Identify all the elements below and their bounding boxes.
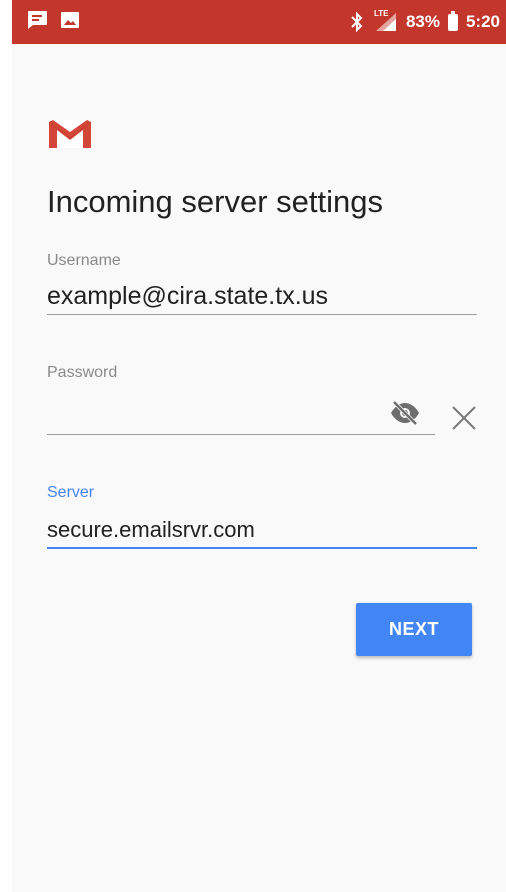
battery-icon (447, 10, 458, 31)
password-field-container (47, 398, 435, 435)
clear-icon[interactable] (450, 404, 478, 432)
status-bar-notifications (26, 10, 80, 30)
clock: 5:20 (465, 12, 500, 31)
image-icon (60, 11, 80, 29)
signal-icon: LTE (372, 9, 398, 33)
username-input[interactable] (47, 280, 477, 312)
message-icon (26, 10, 48, 30)
screen: LTE 83% 5:20 Incoming server settings Us… (12, 0, 506, 892)
next-button[interactable]: NEXT (356, 603, 472, 656)
username-field-container (47, 280, 477, 315)
network-type-label: LTE (373, 9, 389, 18)
gmail-logo-icon (48, 118, 92, 150)
status-bar-system: LTE 83% 5:20 (350, 0, 500, 44)
toggle-password-visibility-icon[interactable] (388, 398, 422, 428)
password-label: Password (47, 364, 118, 381)
server-input[interactable] (47, 515, 477, 545)
server-label: Server (47, 484, 95, 501)
server-field-container (47, 515, 477, 549)
bluetooth-icon (350, 12, 364, 32)
battery-percent: 83% (405, 12, 440, 31)
status-bar: LTE 83% 5:20 (12, 0, 506, 44)
password-input[interactable] (47, 398, 377, 432)
username-label: Username (47, 252, 121, 269)
page-title: Incoming server settings (47, 184, 383, 219)
